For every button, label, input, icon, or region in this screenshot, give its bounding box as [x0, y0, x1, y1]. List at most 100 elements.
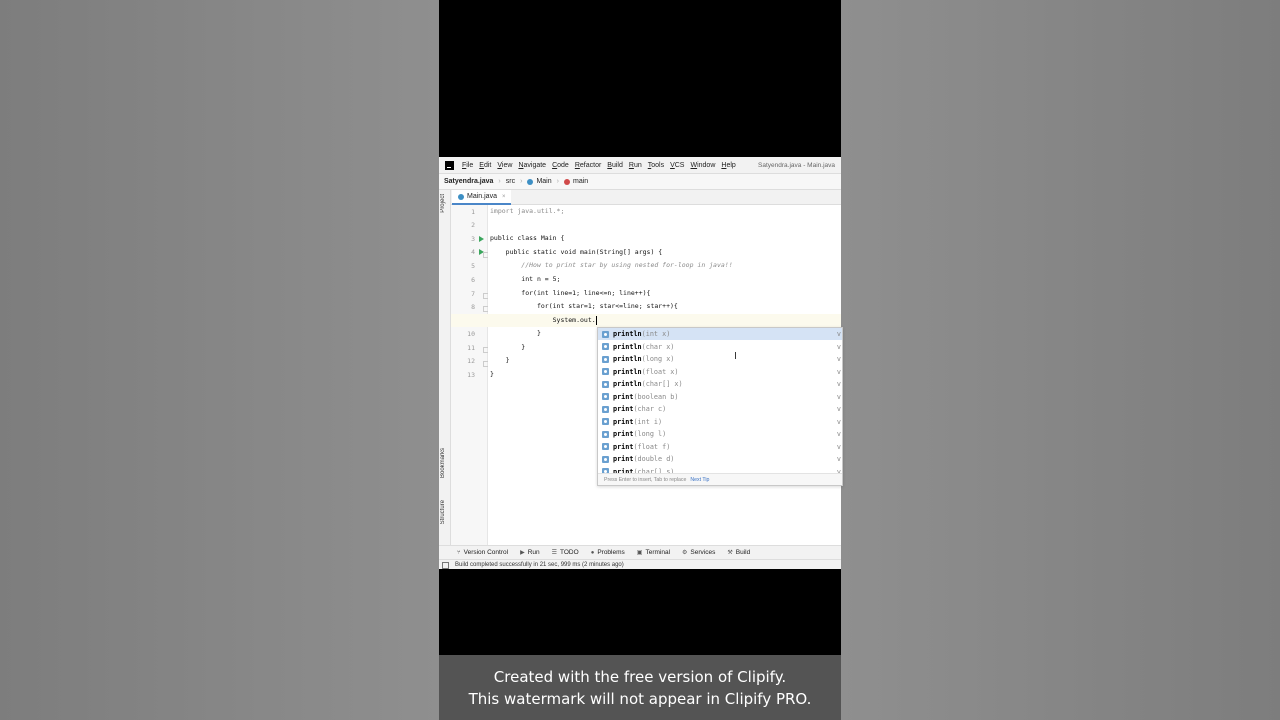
line-number: 1 [471, 208, 475, 216]
completion-item[interactable]: print (boolean b) v [598, 391, 842, 403]
menu-run[interactable]: Run [629, 162, 642, 169]
method-icon [602, 380, 609, 388]
menu-navigate[interactable]: Navigate [518, 162, 546, 169]
method-icon [602, 343, 609, 350]
breadcrumb-class[interactable]: Main [522, 178, 556, 185]
completion-item[interactable]: print (float f) v [598, 441, 842, 453]
next-tip-link[interactable]: Next Tip [690, 477, 709, 483]
method-icon [602, 405, 609, 413]
completion-item[interactable]: print (long l) v [598, 428, 842, 440]
watermark: Created with the free version of Clipify… [439, 655, 841, 720]
terminal-icon: ▣ [636, 550, 643, 556]
line-number: 8 [471, 303, 475, 311]
left-blurred-background [0, 0, 439, 720]
completion-item[interactable]: println (char[] x) v [598, 378, 842, 390]
code-line-8: for(int star=1; star<=line; star++){ [490, 302, 678, 310]
tool-tab-project[interactable]: Project [440, 194, 446, 213]
completion-name: print [613, 442, 634, 451]
close-icon[interactable]: × [502, 194, 506, 200]
intellij-logo-icon [445, 160, 454, 170]
menu-build[interactable]: Build [607, 162, 623, 169]
code-line-9-text: System.out. [490, 316, 596, 324]
tab-services-label: Services [690, 549, 716, 556]
tab-run-label: Run [527, 549, 540, 556]
completion-item[interactable]: println (int x) v [598, 328, 842, 340]
tab-terminal[interactable]: ▣ Terminal [637, 549, 670, 556]
code-line-10: } [490, 329, 541, 337]
tool-window-bar: ⑂ Version Control ▶ Run ☰ TODO ● Problems ▣ T… [439, 545, 841, 559]
menu-view[interactable]: View [497, 162, 512, 169]
completion-item[interactable]: println (float x) v [598, 366, 842, 378]
completion-item[interactable]: print (double d) v [598, 453, 842, 465]
completion-name: print [613, 392, 634, 401]
run-class-icon[interactable] [479, 236, 484, 242]
menu-help[interactable]: Help [721, 162, 735, 169]
menu-file[interactable]: File [462, 162, 473, 169]
line-number: 7 [471, 290, 475, 298]
breadcrumb-method-label: main [572, 178, 589, 185]
menu-vcs[interactable]: VCS [670, 162, 684, 169]
method-icon [602, 418, 609, 425]
text-caret [595, 315, 597, 325]
line-number: 10 [467, 330, 475, 338]
tab-main-java[interactable]: Main.java × [452, 190, 512, 205]
code-line-1: import java.util.*; [490, 207, 565, 215]
text-cursor-icon: I [734, 351, 737, 362]
code-line-9: System.out. [490, 314, 597, 327]
tab-problems[interactable]: ● Problems [591, 549, 625, 556]
status-toggle-icon[interactable] [442, 561, 449, 569]
code-line-5: //How to print star by using nested for-… [490, 261, 733, 269]
left-tool-strip: Project Bookmarks Structure [439, 190, 451, 545]
window-title: Satyendra.java - Main.java [758, 161, 835, 169]
completion-params: (float x) [641, 367, 679, 376]
breadcrumb-folder[interactable]: src [501, 178, 520, 185]
play-icon: ▶ [520, 550, 525, 556]
right-blurred-background [841, 0, 1280, 720]
completion-item[interactable]: println (char x) v [598, 341, 842, 353]
menu-tools[interactable]: Tools [648, 162, 664, 169]
line-number: 2 [471, 221, 475, 229]
completion-name: println [613, 380, 642, 388]
breadcrumb-project[interactable]: Satyendra.java [439, 178, 498, 185]
tool-tab-structure[interactable]: Structure [440, 500, 446, 524]
breadcrumb: Satyendra.java › src › Main › main [439, 174, 841, 190]
completion-params: (char[] x) [641, 380, 683, 388]
completion-params: (long x) [641, 355, 675, 363]
line-gutter: 1 2 3 4 5 6 7 8 9 10 11 12 13 [451, 205, 489, 545]
menu-edit[interactable]: Edit [479, 162, 491, 169]
completion-return: v [836, 405, 841, 413]
tab-version-control[interactable]: ⑂ Version Control [457, 549, 508, 556]
menu-window[interactable]: Window [690, 162, 715, 169]
completion-name: println [613, 330, 642, 338]
completion-item[interactable]: print (int i) v [598, 416, 842, 428]
completion-item[interactable]: println (long x) v [598, 353, 842, 365]
completion-hint: Press Enter to insert, Tab to replace [604, 476, 687, 483]
completion-params: (char x) [641, 342, 675, 351]
code-line-6: int n = 5; [490, 275, 561, 283]
tab-build[interactable]: ⚒ Build [727, 549, 750, 556]
method-icon [602, 330, 609, 338]
code-line-11: } [490, 343, 526, 351]
line-number: 5 [471, 262, 475, 270]
menu-refactor[interactable]: Refactor [575, 162, 601, 169]
breadcrumb-method[interactable]: main [559, 178, 593, 185]
tab-todo[interactable]: ☰ TODO [552, 549, 579, 556]
completion-item[interactable]: print (char c) v [598, 403, 842, 415]
breadcrumb-class-label: Main [536, 178, 552, 185]
tab-services[interactable]: ⚙ Services [682, 549, 715, 556]
tab-problems-label: Problems [597, 549, 625, 556]
line-number: 13 [467, 371, 475, 379]
method-icon [602, 368, 609, 375]
completion-return: v [836, 330, 841, 338]
tool-tab-bookmarks[interactable]: Bookmarks [440, 448, 446, 478]
list-icon: ☰ [551, 550, 558, 556]
menu-code[interactable]: Code [552, 162, 569, 169]
completion-name: println [613, 367, 642, 376]
completion-params: (int x) [641, 330, 671, 338]
java-class-icon [458, 193, 464, 200]
completion-name: println [613, 355, 642, 363]
completion-return: v [836, 417, 841, 426]
completion-footer: Press Enter to insert, Tab to replace Ne… [598, 473, 842, 485]
services-icon: ⚙ [682, 550, 688, 556]
tab-run[interactable]: ▶ Run [520, 549, 540, 556]
